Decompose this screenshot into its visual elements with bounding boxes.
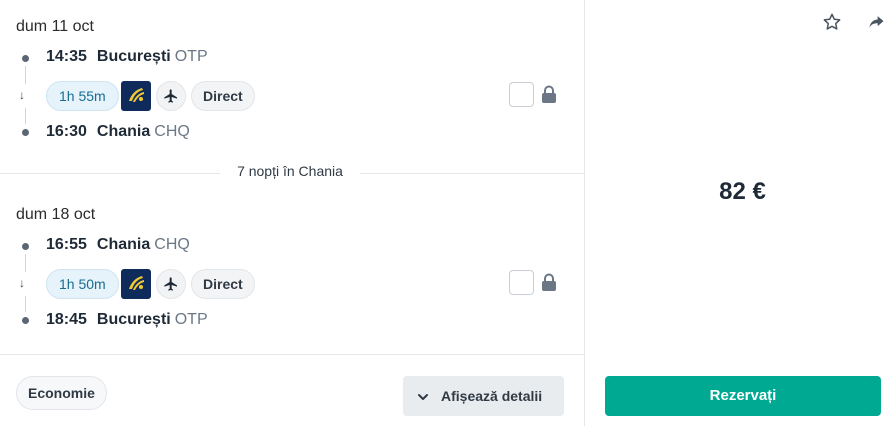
cabin-class-badge[interactable]: Economie	[16, 376, 107, 410]
outbound-timeline-line	[25, 108, 26, 124]
inbound-depart-city: Chania	[96, 236, 151, 253]
inbound-arrive-code: OTP	[174, 311, 208, 328]
outbound-duration-badge: 1h 55m	[46, 81, 119, 111]
outbound-arrive-time: 16:30	[46, 123, 87, 140]
inbound-depart-code: CHQ	[154, 236, 190, 253]
outbound-depart-dot	[22, 55, 29, 62]
inbound-timeline-line	[25, 296, 26, 312]
lock-icon	[541, 273, 557, 291]
outbound-arrive-dot	[22, 129, 29, 136]
stay-label: 7 nopți în Chania	[220, 163, 360, 179]
inbound-depart-time: 16:55	[46, 236, 87, 253]
airplane-icon	[156, 81, 186, 111]
inbound-date: dum 18 oct	[16, 206, 96, 223]
show-details-label: Afișează detalii	[441, 388, 543, 404]
outbound-depart-time: 14:35	[46, 48, 87, 65]
outbound-arrival: 16:30 Chania CHQ	[46, 123, 190, 141]
outbound-stops-badge: Direct	[191, 81, 255, 111]
outbound-departure: 14:35 București OTP	[46, 48, 208, 66]
show-details-button[interactable]: Afișează detalii	[403, 376, 564, 416]
inbound-arrive-dot	[22, 317, 29, 324]
share-icon[interactable]	[866, 12, 886, 32]
outbound-arrive-city: Chania	[96, 123, 151, 140]
airplane-icon	[156, 269, 186, 299]
book-button[interactable]: Rezervați	[605, 376, 881, 416]
inbound-depart-dot	[22, 243, 29, 250]
outbound-depart-code: OTP	[174, 48, 208, 65]
ryanair-logo-icon	[121, 269, 151, 299]
arrow-down-icon: ↓	[19, 276, 25, 290]
outbound-depart-city: București	[96, 48, 171, 65]
inbound-stops-badge: Direct	[191, 269, 255, 299]
outbound-date: dum 11 oct	[16, 18, 94, 35]
ryanair-logo-icon	[121, 81, 151, 111]
outbound-arrive-code: CHQ	[154, 123, 190, 140]
inbound-arrival: 18:45 București OTP	[46, 311, 208, 329]
outbound-timeline-line	[25, 66, 26, 84]
arrow-down-icon: ↓	[19, 88, 25, 102]
inbound-duration-badge: 1h 50m	[46, 269, 119, 299]
lock-icon	[541, 85, 557, 103]
inbound-timeline-line	[25, 254, 26, 272]
inbound-select-checkbox[interactable]	[509, 270, 534, 295]
outbound-select-checkbox[interactable]	[509, 82, 534, 107]
flight-result-card: dum 11 oct ↓ 14:35 București OTP 1h 55m Di…	[0, 0, 890, 426]
inbound-arrive-time: 18:45	[46, 311, 87, 328]
inbound-arrive-city: București	[96, 311, 171, 328]
price-label: 82 €	[719, 178, 766, 205]
booking-panel: 82 € Rezervați	[585, 0, 890, 426]
footer-divider	[0, 354, 585, 355]
star-icon[interactable]	[822, 12, 842, 32]
chevron-down-icon	[417, 390, 429, 402]
itinerary-panel: dum 11 oct ↓ 14:35 București OTP 1h 55m Di…	[0, 0, 585, 426]
inbound-departure: 16:55 Chania CHQ	[46, 236, 190, 254]
